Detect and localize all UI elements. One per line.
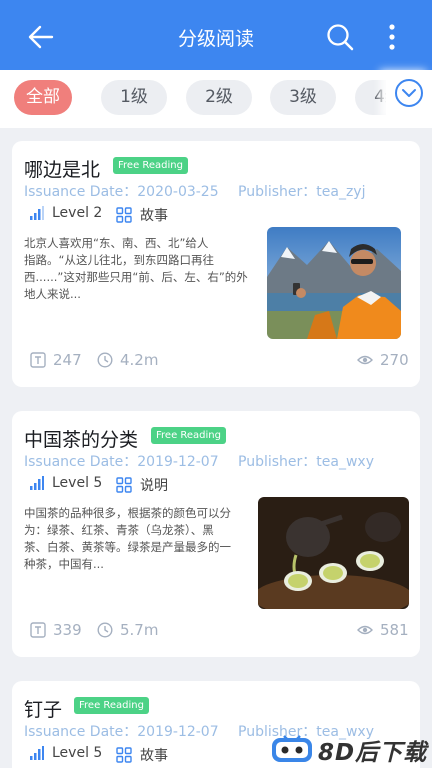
view-count: 581	[357, 621, 409, 639]
category-label: 故事	[140, 208, 168, 224]
filter-chip-all[interactable]: 全部	[14, 80, 72, 115]
article-title: 中国茶的分类	[24, 429, 139, 451]
app-bar: 分级阅读	[0, 0, 432, 70]
text-count-icon	[30, 622, 46, 638]
view-count: 270	[357, 351, 409, 369]
search-icon[interactable]	[325, 22, 355, 52]
signal-bars-icon	[30, 476, 44, 490]
article-summary: 中国茶的品种很多，根据茶的颜色可以分 为：绿茶、红茶、青茶（乌龙茶）、黑 茶、白…	[24, 506, 231, 571]
free-reading-badge: Free Reading	[113, 157, 188, 174]
category-info: 故事	[116, 745, 168, 765]
filter-chip-level-1[interactable]: 1级	[101, 80, 167, 115]
signal-bars-icon	[30, 206, 44, 220]
category-grid-icon	[116, 747, 132, 763]
issuance-date: Issuance Date：2020-03-25	[24, 184, 219, 200]
article-summary: 北京人喜欢用“东、南、西、北”给人 指路。“从这儿往北，到东四路口再往 西...…	[24, 236, 248, 301]
publisher: Publisher：tea_zyj	[238, 184, 366, 200]
article-title: 哪边是北	[24, 159, 101, 181]
free-reading-badge: Free Reading	[151, 427, 226, 444]
eye-icon	[357, 355, 373, 365]
reading-time: 4.2m	[97, 351, 158, 369]
word-count: 339	[30, 621, 82, 639]
article-title: 钉子	[24, 699, 63, 721]
level-info: Level 2	[30, 205, 102, 221]
article-card[interactable]: 哪边是北 Free Reading Issuance Date：2020-03-…	[12, 141, 420, 387]
level-info: Level 5	[30, 745, 102, 761]
category-info: 故事	[116, 205, 168, 225]
category-label: 说明	[140, 478, 168, 494]
publisher: Publisher：tea_wxy	[238, 454, 374, 470]
issuance-date: Issuance Date：2019-12-07	[24, 454, 219, 470]
category-grid-icon	[116, 207, 132, 223]
reading-time: 5.7m	[97, 621, 158, 639]
level-info: Level 5	[30, 475, 102, 491]
word-count: 247	[30, 351, 82, 369]
category-info: 说明	[116, 475, 168, 495]
level-filter-bar: 全部 1级 2级 3级 4级	[0, 70, 432, 128]
chevron-down-circle-icon	[395, 79, 423, 107]
level-label: Level 5	[52, 745, 103, 761]
clock-icon	[97, 352, 113, 368]
robot-mascot-icon	[272, 735, 312, 762]
signal-bars-icon	[30, 746, 44, 760]
page-title: 分级阅读	[177, 28, 254, 50]
watermark-text: 8D后下载	[318, 740, 428, 766]
watermark-logo: 8D后下载	[268, 728, 432, 768]
issuance-date: Issuance Date：2019-12-07	[24, 724, 219, 740]
level-label: Level 2	[52, 205, 103, 221]
article-card[interactable]: 中国茶的分类 Free Reading Issuance Date：2019-1…	[12, 411, 420, 657]
category-grid-icon	[116, 477, 132, 493]
free-reading-badge: Free Reading	[74, 697, 149, 714]
article-thumbnail	[267, 227, 401, 339]
level-label: Level 5	[52, 475, 103, 491]
text-count-icon	[30, 352, 46, 368]
expand-filters-button[interactable]	[386, 70, 432, 120]
clock-icon	[97, 622, 113, 638]
category-label: 故事	[140, 748, 168, 764]
eye-icon	[357, 625, 373, 635]
filter-chip-level-2[interactable]: 2级	[186, 80, 252, 115]
article-thumbnail	[258, 497, 409, 609]
filter-chip-level-3[interactable]: 3级	[270, 80, 336, 115]
more-vertical-icon[interactable]	[382, 22, 402, 52]
